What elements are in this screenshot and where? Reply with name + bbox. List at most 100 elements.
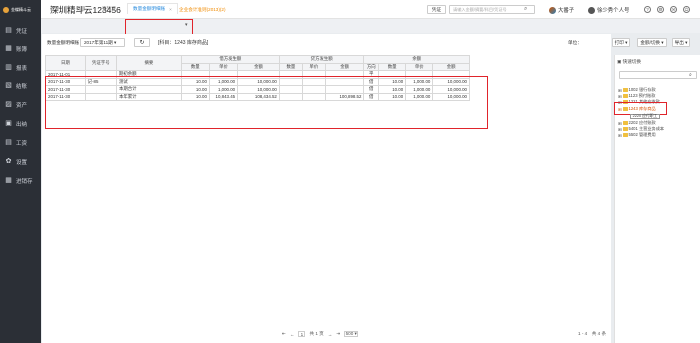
sidebar-item-label: 结账: [16, 83, 28, 90]
tab-subject[interactable]: 科目: [71, 3, 90, 14]
personal-avatar: [588, 6, 595, 14]
sidebar-item-checkout[interactable]: ▧ 结账: [0, 77, 41, 94]
search-icon[interactable]: ⌕: [689, 72, 692, 78]
tab-vouchers[interactable]: 查凭证: [97, 3, 121, 14]
user-name: 大番子: [558, 8, 575, 14]
tooltip: 2220 应付职工: [630, 114, 660, 119]
asset-icon: ▨: [5, 101, 12, 108]
salary-icon: ▤: [5, 139, 12, 146]
sidebar-item-label: 工资: [16, 140, 28, 147]
sidebar-item-asset[interactable]: ▨ 资产: [0, 96, 41, 113]
sidebar-item-voucher[interactable]: ▤ 凭证: [0, 22, 41, 39]
sidebar-item-label: 出纳: [16, 121, 28, 128]
logo-text: 金蝶精斗云: [11, 6, 31, 12]
col-voucher-no[interactable]: 凭证字号: [84, 55, 117, 71]
tab-label: 数量金额明细账: [133, 6, 166, 11]
folder-icon: [622, 88, 628, 92]
folder-icon: [622, 127, 628, 131]
col-balance-price: 单价: [405, 62, 434, 71]
col-balance: 余额: [363, 55, 470, 64]
col-summary[interactable]: 摘要: [115, 55, 182, 71]
col-credit-qty: 数量: [278, 62, 303, 71]
subject-label: [科目：1243 库存商品]: [158, 40, 209, 46]
sidebar-item-label: 账簿: [16, 46, 28, 53]
search-type-select[interactable]: 凭证: [427, 5, 446, 14]
search-icon[interactable]: ⌕: [524, 6, 527, 13]
tree-item[interactable]: ⊞ 5502 管理费用: [618, 132, 656, 138]
help-icon[interactable]: ?: [644, 6, 651, 13]
col-credit: 贷方发生额: [278, 55, 365, 64]
tab-home[interactable]: 首页: [45, 3, 64, 14]
prev-page-icon[interactable]: ←: [290, 332, 295, 337]
sidebar-item-label: 凭证: [16, 28, 28, 35]
sidebar-item-label: 进销存: [16, 178, 33, 185]
user-menu[interactable]: 大番子: [549, 6, 574, 14]
voucher-icon: ▤: [5, 27, 12, 34]
col-date[interactable]: 日期: [45, 55, 86, 71]
tree-item-label: 5502 管理费用: [628, 132, 656, 137]
accounting-standard-link[interactable]: ● 企业会计准则(2013)(2): [175, 7, 226, 13]
sidebar-item-label: 资产: [16, 102, 28, 109]
sidebar-item-settings[interactable]: ✿ 设置: [0, 153, 41, 170]
sidebar-item-cashier[interactable]: ▣ 出纳: [0, 115, 41, 132]
sidebar-item-ledger[interactable]: ▦ 账簿: [0, 40, 41, 57]
personal-label: 徐少秀个人号: [597, 8, 630, 14]
sidebar-item-report[interactable]: ▥ 报表: [0, 59, 41, 76]
refresh-button[interactable]: ↻: [134, 38, 150, 47]
cashier-icon: ▣: [5, 120, 12, 127]
expand-icon[interactable]: ⊞: [618, 133, 622, 138]
power-icon[interactable]: ⏻: [683, 6, 690, 13]
page-number-input[interactable]: 1: [298, 331, 306, 337]
folder-icon: [622, 121, 628, 125]
folder-icon: [622, 133, 628, 137]
col-balance-qty: 数量: [378, 62, 407, 71]
message-icon[interactable]: ✉: [670, 6, 677, 13]
last-page-icon[interactable]: ⇥: [336, 331, 340, 337]
highlight-box-table: [45, 76, 488, 129]
expand-icon[interactable]: ⊞: [618, 121, 622, 126]
record-count: 1 - 4 共 4 条: [578, 331, 607, 336]
inventory-icon: ▦: [5, 177, 12, 184]
format-toggle-button[interactable]: 金额/切换 ▾: [637, 38, 667, 47]
tab-label: 首页: [50, 5, 60, 11]
tab-label: 查凭证: [102, 5, 116, 11]
tab-label: 科目: [76, 5, 86, 11]
app-logo[interactable]: 金蝶精斗云: [3, 5, 39, 14]
col-direction: 方向: [363, 62, 380, 71]
pagination: ⇤ ← 1 共 1 页 → ⇥ 500 ▾: [282, 331, 359, 337]
search-type-label: 凭证: [431, 6, 442, 12]
sidebar-item-salary[interactable]: ▤ 工资: [0, 134, 41, 151]
subject-search-input[interactable]: [619, 71, 697, 79]
logo-icon: [3, 6, 9, 13]
unit-label: 单位：: [568, 40, 582, 45]
report-label: 数量金额明细账: [47, 40, 80, 45]
checkout-icon: ▧: [5, 82, 12, 89]
close-icon[interactable]: ×: [169, 7, 172, 12]
search-input[interactable]: 请输入金额/摘要/科目/凭证号: [449, 5, 535, 14]
folder-icon: [622, 94, 628, 98]
col-balance-amount: 金额: [432, 62, 470, 71]
print-button[interactable]: 打印 ▾: [612, 38, 630, 47]
expand-icon[interactable]: ⊞: [618, 127, 622, 132]
next-page-icon[interactable]: →: [328, 332, 333, 337]
settings-icon[interactable]: ⚙: [657, 6, 664, 13]
expand-icon[interactable]: ⊞: [618, 94, 622, 99]
period-select[interactable]: 2017年第11期 ▾: [80, 38, 125, 47]
export-button[interactable]: 导出 ▾: [672, 38, 690, 47]
first-page-icon[interactable]: ⇤: [282, 331, 286, 337]
expand-icon[interactable]: ⊞: [618, 88, 622, 93]
col-debit-qty: 数量: [180, 62, 210, 71]
total-pages: 共 1 页: [309, 331, 324, 336]
col-debit-amount: 金额: [237, 62, 280, 71]
sidebar-item-label: 设置: [16, 159, 28, 166]
avatar: [549, 6, 556, 14]
tab-quantity-ledger[interactable]: 数量金额明细账 ×: [127, 3, 178, 14]
quick-switch-title[interactable]: ▣ 快速切换: [617, 59, 641, 65]
ledger-icon: ▦: [5, 45, 12, 52]
page-size-select[interactable]: 500 ▾: [344, 331, 359, 337]
col-credit-price: 单价: [301, 62, 326, 71]
col-debit-price: 单价: [208, 62, 239, 71]
sidebar-item-inventory[interactable]: ▦ 进销存: [0, 172, 41, 189]
personal-account[interactable]: 徐少秀个人号: [588, 6, 629, 14]
gear-icon: ✿: [5, 158, 12, 165]
